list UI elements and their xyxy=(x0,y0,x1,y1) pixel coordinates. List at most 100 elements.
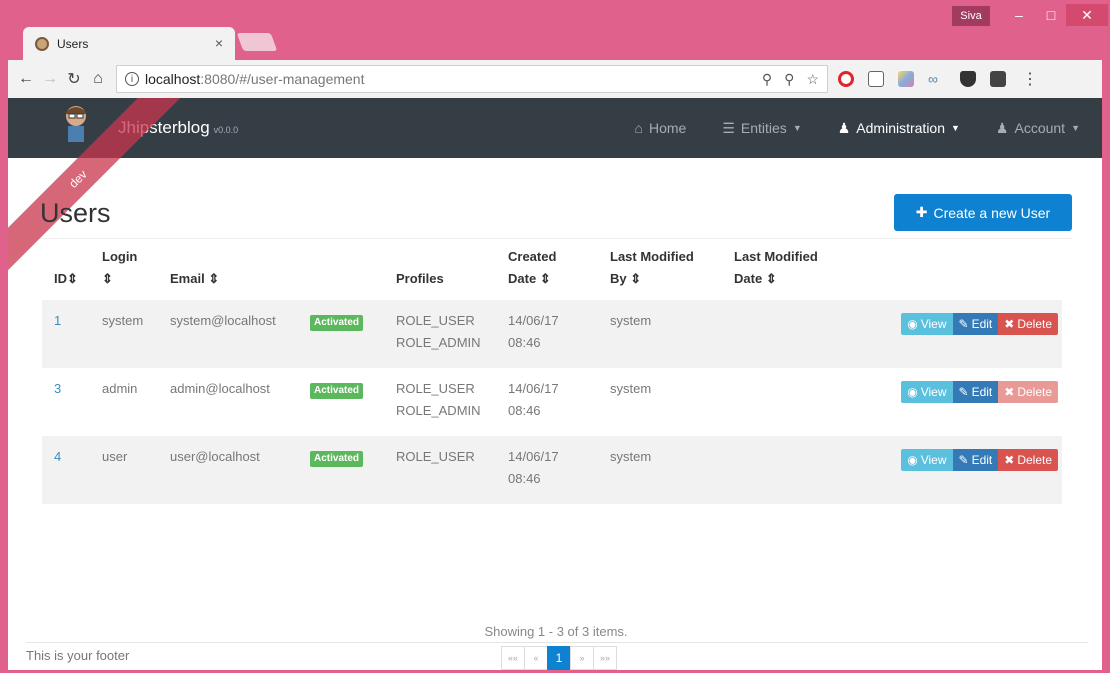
nav-entities-label: Entities xyxy=(740,120,787,136)
user-id-link[interactable]: 3 xyxy=(42,368,90,436)
view-button[interactable]: ◉ View xyxy=(901,449,953,471)
x-icon: ✖ xyxy=(1004,385,1015,399)
delete-button[interactable]: ✖ Delete xyxy=(998,449,1058,471)
col-status xyxy=(298,246,384,300)
zoom-icon[interactable]: ⚲ xyxy=(762,71,772,88)
user-login: admin xyxy=(102,381,138,396)
user-modified-by: system xyxy=(610,449,652,464)
tab-close-icon[interactable]: × xyxy=(215,35,223,51)
page-first[interactable]: «« xyxy=(501,646,525,670)
created-time: 08:46 xyxy=(508,403,541,418)
home-icon[interactable]: ⌂ xyxy=(86,70,110,88)
users-table: ID⇕ Login ⇕ Email ⇕ Profiles Created Date … xyxy=(42,246,1062,504)
jhipster-logo-icon[interactable] xyxy=(60,104,92,144)
pencil-icon: ✎ xyxy=(958,317,969,331)
window-titlebar: Users × Siva – □ ✕ xyxy=(0,0,1110,60)
caret-down-icon: ▼ xyxy=(951,123,960,133)
col-login[interactable]: Login ⇕ xyxy=(90,246,158,300)
status-badge[interactable]: Activated xyxy=(310,383,364,399)
col-created-label-2: Date xyxy=(508,271,537,286)
user-modified-date xyxy=(722,368,842,436)
col-modified-date[interactable]: Last Modified Date ⇕ xyxy=(722,246,842,300)
plus-icon: ✚ xyxy=(915,204,928,220)
col-login-label: Login xyxy=(102,249,138,264)
pagination: «« « 1 » »» xyxy=(501,646,617,670)
sort-icon: ⇕ xyxy=(67,271,78,286)
extension-color-icon[interactable] xyxy=(898,71,914,87)
view-button[interactable]: ◉ View xyxy=(901,381,953,403)
table-row: 3 admin admin@localhost Activated ROLE_U… xyxy=(42,368,1062,436)
browser-toolbar: ← → ↻ ⌂ i localhost:8080/#/user-manageme… xyxy=(8,60,1102,98)
home-nav-icon: ⌂ xyxy=(634,120,643,136)
browser-tab[interactable]: Users × xyxy=(23,27,235,60)
col-actions xyxy=(842,246,1062,300)
list-icon: ☰ xyxy=(722,119,735,136)
delete-button-disabled[interactable]: ✖ Delete xyxy=(998,381,1058,403)
nav-entities[interactable]: ☰ Entities ▼ xyxy=(722,120,801,137)
nav-account[interactable]: ♟ Account ▼ xyxy=(996,120,1080,137)
maximize-icon[interactable]: □ xyxy=(1035,4,1067,26)
page-next[interactable]: » xyxy=(570,646,594,670)
new-tab-button[interactable] xyxy=(236,33,278,51)
edit-button[interactable]: ✎ Edit xyxy=(952,381,999,403)
key-icon[interactable]: ⚲ xyxy=(784,71,794,88)
col-profiles-label: Profiles xyxy=(396,271,444,286)
caret-down-icon: ▼ xyxy=(1071,123,1080,133)
cast-icon[interactable] xyxy=(868,71,884,87)
close-window-icon[interactable]: ✕ xyxy=(1066,4,1108,26)
delete-button[interactable]: ✖ Delete xyxy=(998,313,1058,335)
user-id-link[interactable]: 1 xyxy=(42,300,90,368)
col-modified-by-label-1: Last Modified xyxy=(610,249,694,264)
forward-icon[interactable]: → xyxy=(38,70,62,88)
x-icon: ✖ xyxy=(1004,317,1015,331)
reload-icon[interactable]: ↻ xyxy=(62,69,86,89)
user-icon: ♟ xyxy=(995,119,1009,136)
address-bar[interactable]: i localhost:8080/#/user-management ⚲ ⚲ ☆ xyxy=(116,65,828,93)
nav-administration[interactable]: ♟ Administration ▼ xyxy=(838,120,960,137)
info-icon[interactable]: i xyxy=(125,72,139,86)
create-user-button[interactable]: ✚ Create a new User xyxy=(894,194,1072,231)
col-created-label-1: Created xyxy=(508,249,557,264)
user-modified-by: system xyxy=(610,313,652,328)
col-created-date[interactable]: Created Date ⇕ xyxy=(496,246,598,300)
user-created-date: 14/06/17 08:46 xyxy=(496,300,598,368)
sort-icon: ⇕ xyxy=(539,271,551,286)
footer-divider xyxy=(26,642,1088,643)
col-modified-by[interactable]: Last Modified By ⇕ xyxy=(598,246,722,300)
user-modified-date xyxy=(722,300,842,368)
status-badge[interactable]: Activated xyxy=(310,315,364,331)
status-badge[interactable]: Activated xyxy=(310,451,364,467)
edit-button[interactable]: ✎ Edit xyxy=(952,449,999,471)
pencil-icon: ✎ xyxy=(958,453,969,467)
user-id-link[interactable]: 4 xyxy=(42,436,90,504)
bookmark-star-icon[interactable]: ☆ xyxy=(806,71,819,88)
page-last[interactable]: »» xyxy=(593,646,617,670)
view-label: View xyxy=(920,453,947,467)
nav-administration-label: Administration xyxy=(856,120,945,136)
sort-icon: ⇕ xyxy=(765,271,777,286)
opera-icon[interactable] xyxy=(838,71,854,87)
delete-label: Delete xyxy=(1017,453,1052,467)
browser-menu-icon[interactable]: ⋮ xyxy=(1022,69,1038,89)
table-header-row: ID⇕ Login ⇕ Email ⇕ Profiles Created Date … xyxy=(42,246,1062,300)
nav-menu: ⌂ Home ☰ Entities ▼ ♟ Administration ▼ ♟ Accou… xyxy=(635,98,1081,158)
x-icon: ✖ xyxy=(1004,453,1015,467)
edit-button[interactable]: ✎ Edit xyxy=(952,313,999,335)
col-modified-by-label-2: By xyxy=(610,271,627,286)
nav-home[interactable]: ⌂ Home xyxy=(635,120,687,136)
infinity-icon[interactable]: ∞ xyxy=(928,71,946,87)
profile-badge[interactable]: Siva xyxy=(952,6,990,26)
page-current[interactable]: 1 xyxy=(547,646,571,670)
view-button[interactable]: ◉ View xyxy=(901,313,953,335)
edit-label: Edit xyxy=(971,385,993,399)
sort-icon: ⇕ xyxy=(630,271,642,286)
user-created-date: 14/06/17 08:46 xyxy=(496,368,598,436)
page-prev[interactable]: « xyxy=(524,646,548,670)
col-email[interactable]: Email ⇕ xyxy=(158,246,298,300)
minimize-icon[interactable]: – xyxy=(1003,4,1035,26)
pocket-icon[interactable] xyxy=(960,71,976,87)
table-row: 1 system system@localhost Activated ROLE… xyxy=(42,300,1062,368)
extension-dark-icon[interactable] xyxy=(990,71,1006,87)
back-icon[interactable]: ← xyxy=(14,70,38,88)
col-id[interactable]: ID⇕ xyxy=(42,246,90,300)
